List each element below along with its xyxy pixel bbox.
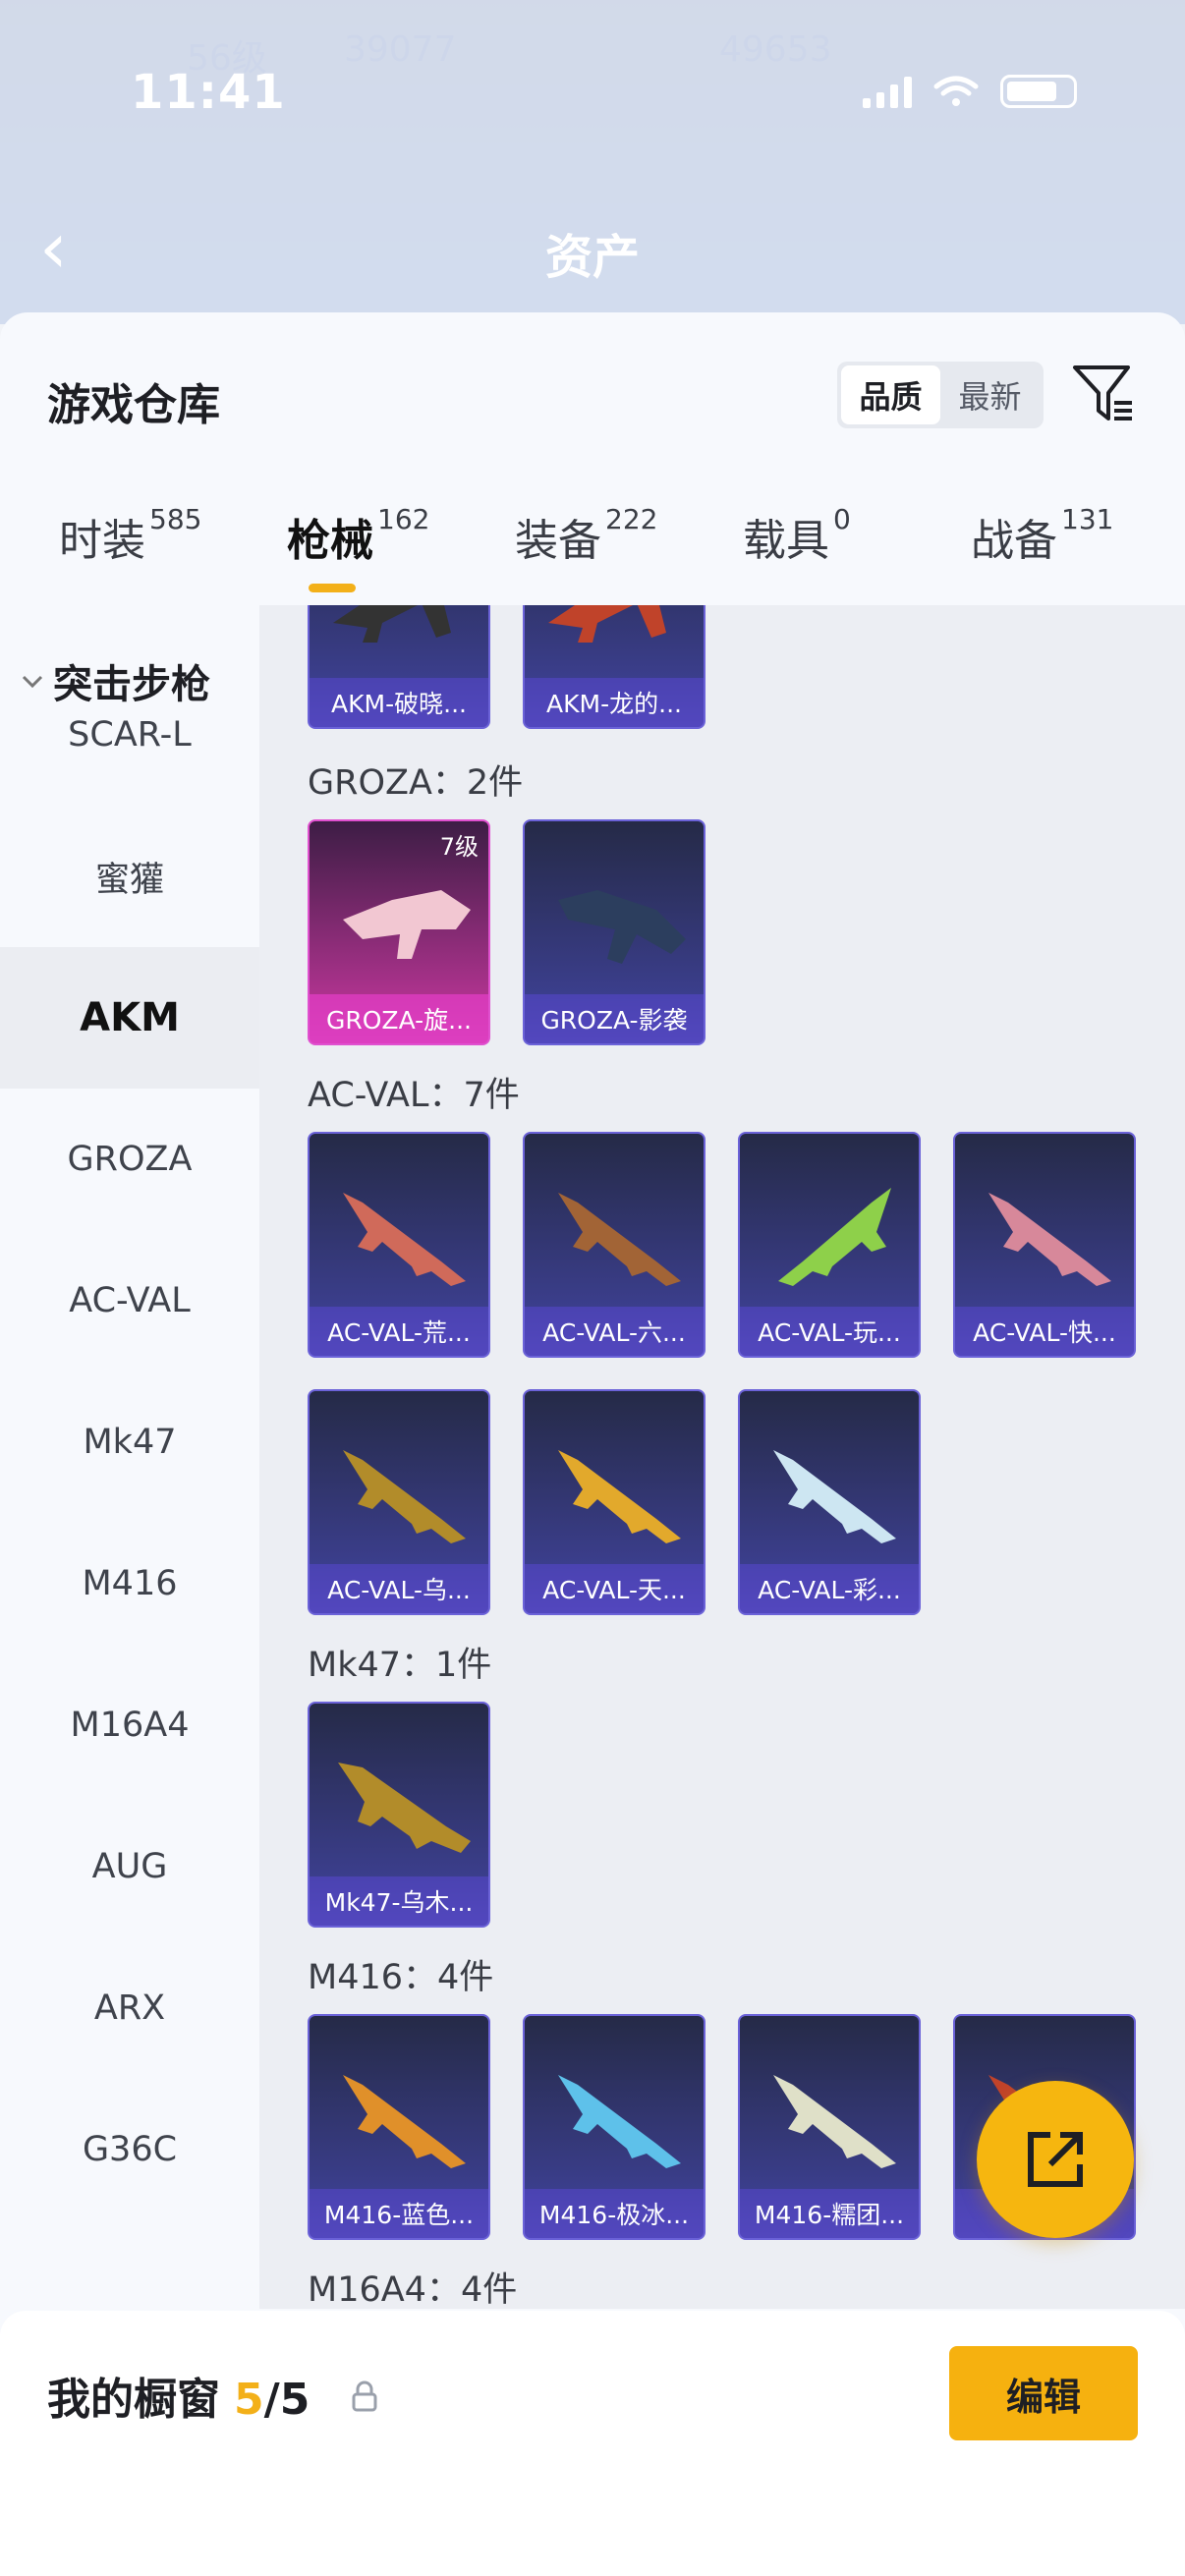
status-icons xyxy=(863,75,1077,108)
sidebar-item-m416[interactable]: M416 xyxy=(0,1513,259,1654)
skin-card[interactable]: AC-VAL-玩... xyxy=(738,1132,921,1358)
gun-icon xyxy=(558,1450,681,1543)
edit-button[interactable]: 编辑 xyxy=(949,2346,1138,2440)
skin-card[interactable]: AKM-破晓... xyxy=(308,605,490,729)
lock-icon xyxy=(352,2380,377,2412)
background-title: 资产 xyxy=(545,230,641,285)
group-title-groza: GROZA：2件 xyxy=(308,763,524,803)
gun-icon xyxy=(343,890,471,959)
skin-card[interactable]: AC-VAL-乌... xyxy=(308,1389,490,1615)
group-title-m16a4: M16A4：4件 xyxy=(308,2270,518,2309)
external-link-icon xyxy=(1028,2132,1083,2187)
level-badge: 7级 xyxy=(439,833,479,861)
skin-card[interactable]: M416-极冰... xyxy=(523,2014,705,2240)
filter-icon[interactable] xyxy=(1071,362,1136,426)
wifi-icon xyxy=(933,76,979,106)
sidebar-item-scar-l[interactable]: SCAR-L xyxy=(0,664,259,806)
gun-icon xyxy=(558,890,686,964)
gun-icon xyxy=(988,1193,1111,1286)
sort-toggle: 品质 最新 xyxy=(837,362,1044,428)
skin-card[interactable]: M416-糯团... xyxy=(738,2014,921,2240)
gun-icon xyxy=(343,1450,466,1543)
skin-card[interactable]: AC-VAL-六... xyxy=(523,1132,705,1358)
share-button[interactable] xyxy=(977,2081,1134,2238)
tab-vehicles[interactable]: 载具 0 xyxy=(743,503,851,603)
skin-card[interactable]: 7级 GROZA-旋... xyxy=(308,819,490,1045)
sidebar-item-akm[interactable]: AKM xyxy=(0,947,259,1089)
gun-icon xyxy=(558,1193,681,1286)
status-time: 11:41 xyxy=(131,65,286,120)
weapon-type-sidebar: 突击步枪 SCAR-L 蜜獾 AKM GROZA AC-VAL Mk47 M41… xyxy=(0,605,259,2576)
back-icon[interactable]: ‹ xyxy=(39,206,68,289)
gun-icon xyxy=(778,1188,891,1286)
showcase-label: 我的橱窗 5 /5 xyxy=(47,2375,310,2425)
battery-icon xyxy=(1000,75,1077,108)
sheet-title: 游戏仓库 xyxy=(47,380,220,430)
skin-card[interactable]: AC-VAL-彩... xyxy=(738,1389,921,1615)
category-tabs: 时装 585 枪械 162 装备 222 载具 0 战备 131 xyxy=(0,503,1185,603)
group-title-mk47: Mk47：1件 xyxy=(308,1646,492,1685)
showcase-count: 5 xyxy=(234,2375,264,2425)
signal-icon xyxy=(863,75,912,108)
gun-icon xyxy=(343,2075,466,2168)
sidebar-item-g36c[interactable]: G36C xyxy=(0,2079,259,2220)
gun-icon xyxy=(773,1450,896,1543)
active-tab-indicator xyxy=(309,584,356,592)
skin-card[interactable]: AC-VAL-天... xyxy=(523,1389,705,1615)
tab-gear[interactable]: 装备 222 xyxy=(515,503,657,603)
skin-card[interactable]: Mk47-乌木... xyxy=(308,1702,490,1928)
showcase-bar: 我的橱窗 5 /5 编辑 xyxy=(0,2311,1185,2576)
sidebar-item-mk47[interactable]: Mk47 xyxy=(0,1372,259,1513)
sidebar-item-ac-val[interactable]: AC-VAL xyxy=(0,1230,259,1372)
skin-card[interactable]: AKM-龙的... xyxy=(523,605,705,729)
sidebar-item-groza[interactable]: GROZA xyxy=(0,1089,259,1230)
sidebar-item-honey-badger[interactable]: 蜜獾 xyxy=(0,806,259,947)
skin-card[interactable]: AC-VAL-快... xyxy=(953,1132,1136,1358)
gun-icon xyxy=(548,605,666,643)
status-bar: 11:41 xyxy=(0,61,1185,140)
sidebar-item-arx[interactable]: ARX xyxy=(0,1937,259,2079)
weapon-grid: AKM-破晓... AKM-龙的... GROZA：2件 7级 GROZA-旋.… xyxy=(259,605,1185,2309)
skin-card[interactable]: GROZA-影袭 xyxy=(523,819,705,1045)
gun-icon xyxy=(338,1763,471,1853)
tab-fashion[interactable]: 时装 585 xyxy=(59,503,201,603)
sort-latest[interactable]: 最新 xyxy=(940,365,1040,424)
gun-icon xyxy=(558,2075,681,2168)
warehouse-sheet: 游戏仓库 品质 最新 时装 585 枪械 162 装备 222 载具 0 战备 131 突… xyxy=(0,312,1185,2576)
tab-supplies[interactable]: 战备 131 xyxy=(971,503,1113,603)
skin-card[interactable]: AC-VAL-荒... xyxy=(308,1132,490,1358)
sort-quality[interactable]: 品质 xyxy=(841,365,940,424)
skin-card[interactable]: M416-蓝色... xyxy=(308,2014,490,2240)
gun-icon xyxy=(343,1193,466,1286)
group-title-m416: M416：4件 xyxy=(308,1958,494,1997)
gun-icon xyxy=(773,2075,896,2168)
sidebar-item-m16a4[interactable]: M16A4 xyxy=(0,1654,259,1796)
sidebar-item-aug[interactable]: AUG xyxy=(0,1796,259,1937)
gun-icon xyxy=(333,605,451,643)
showcase-total: /5 xyxy=(263,2375,310,2425)
group-title-ac-val: AC-VAL：7件 xyxy=(308,1076,520,1115)
